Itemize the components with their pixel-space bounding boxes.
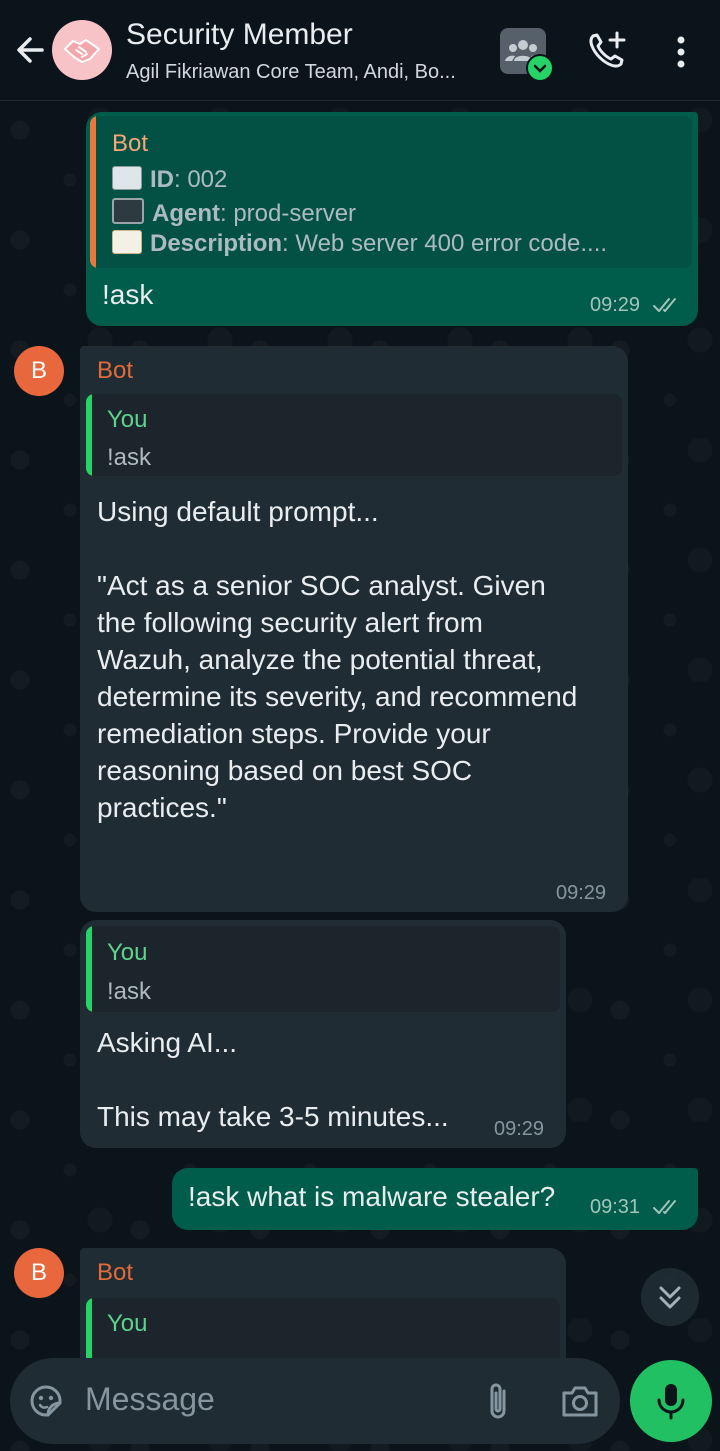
message-sender[interactable]: Bot (97, 357, 133, 385)
message-time: 09:31 (590, 1196, 641, 1218)
quote-line-description: Description: Web server 400 error code..… (112, 230, 607, 258)
read-receipt-icon (653, 298, 676, 312)
camera-icon[interactable] (560, 1383, 600, 1419)
attach-icon[interactable] (482, 1379, 516, 1423)
incoming-message[interactable]: Bot You !ask Using default prompt... "Ac… (80, 346, 628, 912)
scroll-to-bottom-button[interactable] (641, 1268, 699, 1326)
handshake-icon (64, 39, 100, 63)
quote-bar (90, 116, 96, 268)
outgoing-message[interactable]: Bot ID: 002 Agent: prod-server Descripti… (86, 112, 698, 326)
message-text: Asking AI... This may take 3-5 minutes..… (97, 1027, 449, 1132)
double-chevron-down-icon (659, 1286, 681, 1309)
chat-members[interactable]: Agil Fikriawan Core Team, Andi, Bo... (126, 61, 486, 84)
quote-bar (86, 1298, 92, 1358)
bot-avatar[interactable]: B (14, 346, 64, 396)
agent-label: Agent (152, 200, 220, 227)
message-input[interactable]: Message (85, 1381, 215, 1418)
quoted-message[interactable]: You (86, 1298, 560, 1358)
group-avatar[interactable] (52, 20, 112, 80)
sticker-icon[interactable] (26, 1381, 66, 1421)
back-arrow-icon[interactable] (12, 30, 48, 70)
incoming-message[interactable]: You !ask Asking AI... This may take 3-5 … (80, 920, 566, 1148)
message-text: Using default prompt... "Act as a senior… (97, 496, 578, 823)
chat-header: Security Member Agil Fikriawan Core Team… (0, 0, 720, 101)
more-options-icon[interactable] (664, 32, 698, 72)
community-icon[interactable] (500, 28, 554, 82)
quoted-message[interactable]: Bot ID: 002 Agent: prod-server Descripti… (90, 116, 692, 268)
chat-title[interactable]: Security Member (126, 18, 353, 52)
quote-text: !ask (107, 444, 152, 471)
quote-sender: You (107, 1310, 148, 1337)
microphone-icon (657, 1384, 685, 1420)
message-time: 09:29 (494, 1118, 545, 1140)
message-time: 09:29 (556, 882, 607, 904)
incoming-message[interactable]: Bot You (80, 1248, 566, 1358)
message-composer: Message (10, 1358, 620, 1444)
id-card-icon (112, 166, 142, 190)
quote-bar (86, 926, 92, 1012)
quote-text: !ask (107, 978, 152, 1005)
quote-sender: You (107, 406, 148, 433)
quote-sender: Bot (112, 130, 149, 157)
quote-line-id: ID: 002 (112, 166, 227, 194)
id-value: : 002 (174, 166, 228, 193)
quote-sender: You (107, 939, 148, 966)
quote-bar (86, 394, 92, 476)
community-check-icon (526, 54, 554, 82)
message-text: !ask (102, 279, 154, 310)
agent-value: : prod-server (220, 200, 357, 227)
quoted-message[interactable]: You !ask (86, 394, 622, 476)
quote-line-agent: Agent: prod-server (112, 198, 356, 228)
quoted-message[interactable]: You !ask (86, 926, 560, 1012)
add-call-icon[interactable] (585, 30, 629, 72)
description-label: Description (150, 230, 283, 257)
id-label: ID (150, 166, 174, 193)
laptop-icon (112, 198, 144, 224)
message-sender[interactable]: Bot (97, 1259, 133, 1287)
outgoing-message[interactable]: !ask what is malware stealer? 09:31 (172, 1168, 698, 1230)
description-value: : Web server 400 error code.... (282, 230, 608, 257)
memo-icon (112, 230, 142, 254)
voice-message-button[interactable] (630, 1360, 712, 1442)
read-receipt-icon (653, 1200, 676, 1214)
message-text: !ask what is malware stealer? (188, 1181, 556, 1212)
bot-avatar[interactable]: B (14, 1248, 64, 1298)
message-time: 09:29 (590, 294, 641, 316)
